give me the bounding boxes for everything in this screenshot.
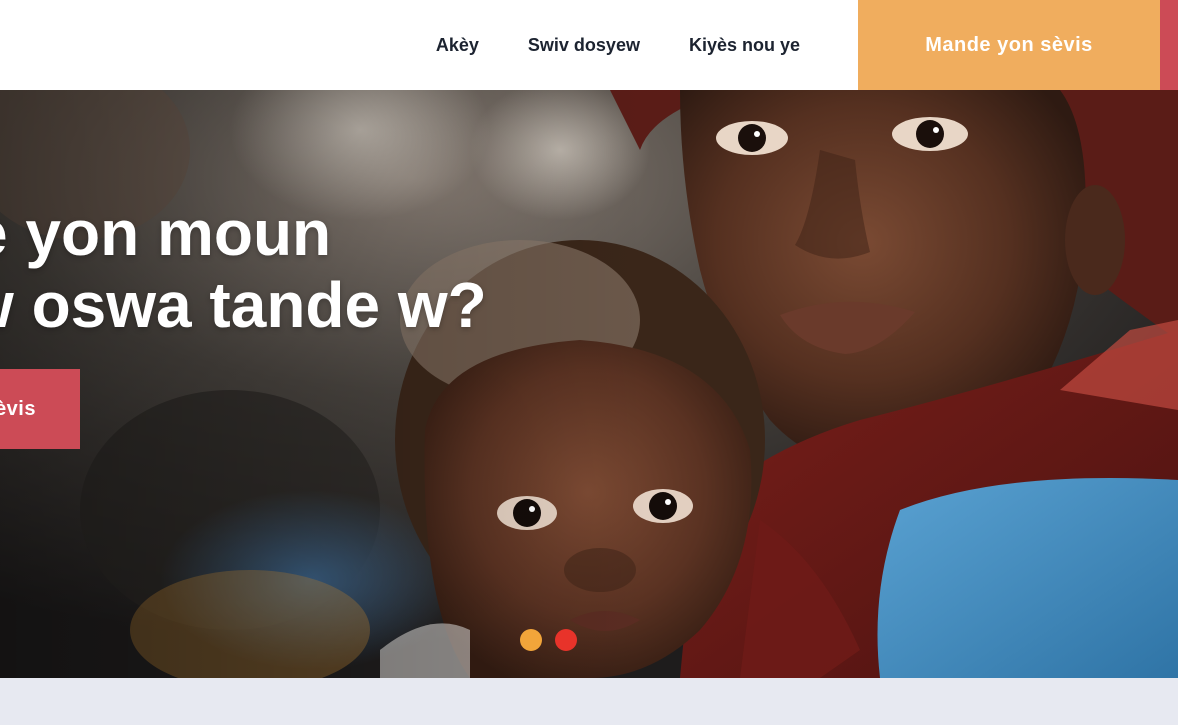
hero-title-line-1: e yon moun: [0, 197, 332, 269]
nav-item-track-case[interactable]: Swiv dosyew: [528, 35, 640, 56]
hero-title: e yon moun w oswa tande w?: [0, 197, 487, 341]
hero-photo: [0, 90, 1178, 678]
carousel-dot-2[interactable]: [555, 629, 577, 651]
hero-request-service-button[interactable]: èvis: [0, 369, 80, 449]
nav-item-home[interactable]: Akèy: [436, 35, 479, 56]
hero-title-line-2: w oswa tande w?: [0, 269, 487, 341]
hero-cta-label: èvis: [0, 397, 36, 420]
request-service-button[interactable]: Mande yon sèvis: [858, 0, 1160, 90]
main-nav: Akèy Swiv dosyew Kiyès nou ye: [387, 0, 800, 90]
next-section-band: [0, 678, 1178, 725]
hero-section: e yon moun w oswa tande w? èvis: [0, 90, 1178, 678]
site-header: Akèy Swiv dosyew Kiyès nou ye Mande yon …: [0, 0, 1178, 90]
header-accent-edge: [1160, 0, 1178, 90]
carousel-dot-1[interactable]: [520, 629, 542, 651]
nav-item-about[interactable]: Kiyès nou ye: [689, 35, 800, 56]
carousel-dots: [520, 629, 577, 651]
